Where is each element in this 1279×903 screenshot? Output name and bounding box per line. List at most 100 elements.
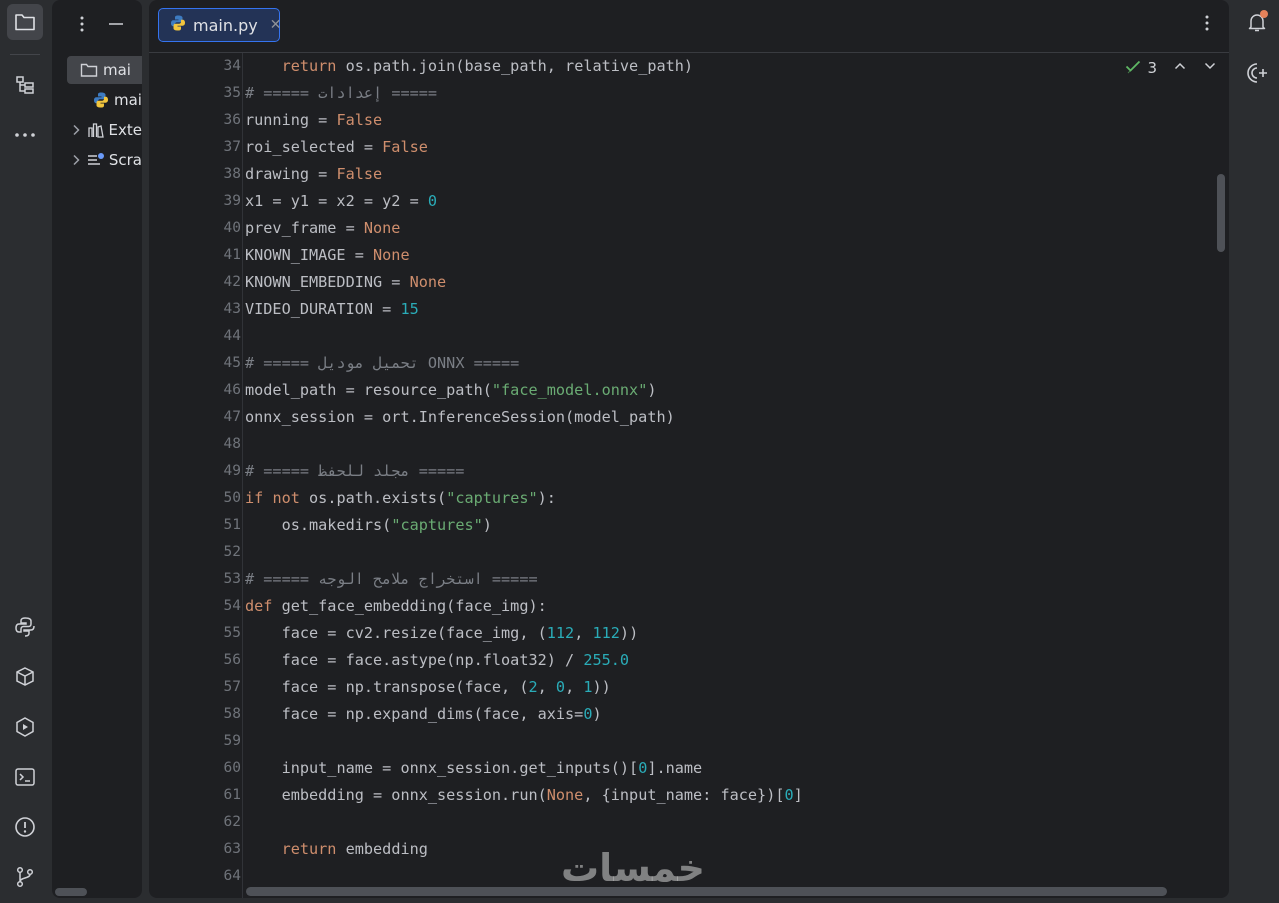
code-line: model_path = resource_path("face_model.o… [245, 377, 657, 404]
code-line: # ===== استخراج ملامح الوجه ===== [245, 566, 538, 593]
left-tool-strip [0, 0, 50, 903]
line-number: 56 [223, 652, 241, 668]
code-token: prev_frame = [245, 219, 364, 237]
gutter-divider [242, 53, 243, 898]
code-line: VIDEO_DURATION = 15 [245, 296, 419, 323]
project-panel: mai mai Exte Scra [52, 0, 142, 898]
more-icon[interactable] [7, 117, 43, 153]
close-tab-icon[interactable]: ✕ [270, 17, 282, 33]
code-line: KNOWN_EMBEDDING = None [245, 269, 446, 296]
tab-main-py[interactable]: main.py ✕ [158, 8, 282, 42]
code-token: running = [245, 111, 337, 129]
code-token: )) [592, 678, 611, 696]
code-line: # ===== مجلد للحفظ ===== [245, 458, 464, 485]
notification-badge [1260, 10, 1268, 18]
scratches-icon [86, 152, 107, 168]
code-token: False [382, 138, 428, 156]
ai-assistant-icon[interactable] [1243, 59, 1271, 87]
code-token: face = face.astype(np.float32) / [281, 651, 584, 669]
notifications-icon[interactable] [1243, 8, 1271, 36]
chevron-right-icon[interactable] [66, 154, 86, 166]
code-token: face = np.expand_dims(face, axis= [281, 705, 584, 723]
panel-horizontal-scrollbar[interactable] [55, 888, 87, 896]
line-number: 50 [223, 490, 241, 506]
git-icon[interactable] [7, 859, 43, 895]
code-token: return [281, 840, 337, 858]
horizontal-scrollbar[interactable] [246, 887, 1167, 896]
project-folder-icon[interactable] [7, 4, 43, 40]
line-number: 42 [223, 274, 241, 290]
code-token: KNOWN_IMAGE = [245, 246, 374, 264]
python-file-icon [169, 14, 187, 36]
structure-icon[interactable] [7, 67, 43, 103]
python-packages-icon[interactable] [7, 659, 43, 695]
code-token: ) [482, 516, 492, 534]
problems-icon[interactable] [7, 809, 43, 845]
line-number: 39 [223, 193, 241, 209]
line-number: 40 [223, 220, 241, 236]
editor-tab-bar: main.py ✕ [149, 0, 1229, 53]
hide-panel-icon[interactable] [104, 12, 128, 36]
code-line: face = np.transpose(face, (2, 0, 1)) [245, 674, 611, 701]
inspection-widget[interactable]: 3 [1125, 58, 1217, 78]
line-number: 38 [223, 166, 241, 182]
code-line: face = np.expand_dims(face, axis=0) [245, 701, 602, 728]
run-icon[interactable] [7, 709, 43, 745]
code-token: ): [537, 489, 556, 507]
chevron-right-icon[interactable] [66, 124, 85, 136]
code-line: x1 = y1 = x2 = y2 = 0 [245, 188, 437, 215]
tree-item-main-file[interactable]: mai [66, 86, 142, 114]
code-token: model_path = resource_path( [245, 381, 492, 399]
code-line: embedding = onnx_session.run(None, {inpu… [245, 782, 803, 809]
code-token: os.path.exists( [299, 489, 447, 507]
panel-options-icon[interactable] [70, 12, 94, 36]
code-token: ) [647, 381, 657, 399]
code-line: # ===== إعدادات ===== [245, 80, 437, 107]
tree-item-label: Scra [108, 151, 142, 169]
code-token: return [281, 57, 337, 75]
code-token: os.makedirs( [281, 516, 392, 534]
line-number: 59 [223, 733, 241, 749]
code-token: def [245, 597, 273, 615]
code-line: prev_frame = None [245, 215, 400, 242]
chevron-up-icon[interactable] [1173, 59, 1187, 77]
code-token: embedding [336, 840, 428, 858]
code-token: onnx_session = ort.InferenceSession(mode… [245, 408, 675, 426]
tree-item-label: mai [103, 61, 131, 79]
strip-divider [10, 54, 40, 55]
vertical-scrollbar[interactable] [1217, 174, 1225, 252]
tree-item-external-libraries[interactable]: Exte [66, 116, 142, 144]
code-line: if not os.path.exists("captures"): [245, 485, 556, 512]
python-console-icon[interactable] [7, 609, 43, 645]
code-token: "captures" [391, 516, 483, 534]
code-token: roi_selected = [245, 138, 383, 156]
code-token: None [409, 273, 447, 291]
line-number: 60 [223, 760, 241, 776]
code-token: 1 [583, 678, 593, 696]
terminal-icon[interactable] [7, 759, 43, 795]
line-number: 64 [223, 868, 241, 884]
code-token: )) [619, 624, 639, 642]
code-token: # ===== تحميل موديل ONNX ===== [245, 354, 520, 372]
line-number: 51 [223, 517, 241, 533]
code-token: os.path.join(base_path, relative_path) [336, 57, 694, 75]
tree-item-label: Exte [108, 121, 142, 139]
code-token: embedding = onnx_session.run( [281, 786, 547, 804]
code-line: running = False [245, 107, 382, 134]
tree-item-scratches[interactable]: Scra [66, 146, 142, 174]
folder-icon [77, 62, 101, 78]
tab-options-icon[interactable] [1205, 14, 1209, 36]
line-number: 57 [223, 679, 241, 695]
code-line: face = cv2.resize(face_img, (112, 112)) [245, 620, 639, 647]
tree-item-project-root[interactable]: mai [67, 56, 142, 84]
line-number: 48 [223, 436, 241, 452]
external-libraries-icon [85, 122, 106, 138]
chevron-down-icon[interactable] [1203, 59, 1217, 77]
code-token: 15 [400, 300, 419, 318]
